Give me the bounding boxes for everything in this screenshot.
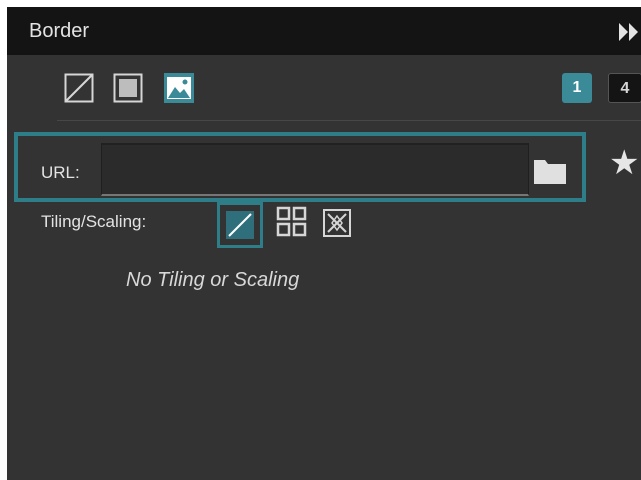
panel-header: Border <box>7 7 641 55</box>
panel-title: Border <box>29 20 90 42</box>
image-border-icon <box>164 77 194 107</box>
tiling-tile-button[interactable] <box>275 205 309 239</box>
page-button-4[interactable]: 4 <box>608 73 641 103</box>
toolbar-divider <box>57 120 641 121</box>
no-border-icon <box>64 73 94 107</box>
star-icon[interactable]: ★ <box>609 145 639 181</box>
tiling-none-button[interactable] <box>217 202 263 248</box>
border-image-button[interactable] <box>164 73 194 103</box>
url-label: URL: <box>41 163 80 182</box>
border-none-button[interactable] <box>64 73 94 103</box>
tiling-scale-button[interactable] <box>321 207 353 239</box>
tile-grid-icon <box>275 206 309 243</box>
border-solid-button[interactable] <box>113 73 143 103</box>
folder-icon[interactable] <box>533 154 567 186</box>
double-chevron-right-icon[interactable] <box>617 21 641 43</box>
tiling-status-text: No Tiling or Scaling <box>126 269 300 291</box>
tiling-scaling-label: Tiling/Scaling: <box>41 212 147 231</box>
border-panel: Border 1 4 URL: ★ Tiling/Scaling: No Til… <box>7 7 641 480</box>
page-button-1[interactable]: 1 <box>562 73 592 103</box>
url-input[interactable] <box>101 143 529 196</box>
solid-border-icon <box>113 73 143 107</box>
scale-icon <box>321 209 353 243</box>
no-tiling-icon <box>226 211 254 243</box>
